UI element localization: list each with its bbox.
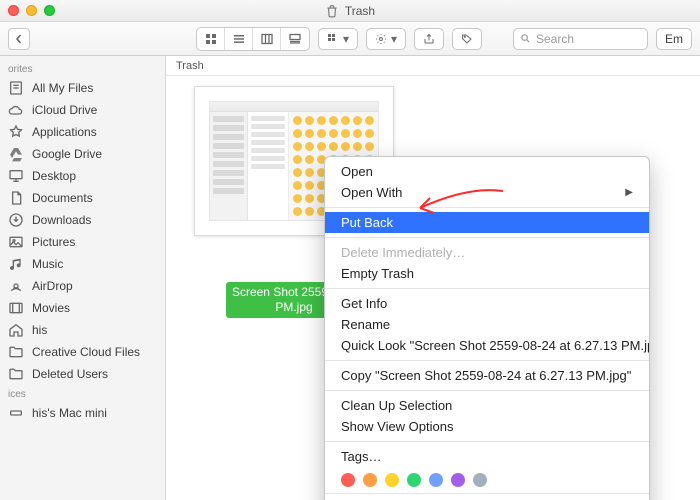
sidebar-item-label: Applications bbox=[32, 125, 97, 139]
sidebar-item-label: his bbox=[32, 323, 47, 337]
share-button[interactable] bbox=[414, 28, 444, 50]
desktop-icon bbox=[8, 168, 24, 184]
menu-tags[interactable]: Tags… bbox=[325, 446, 649, 467]
sidebar-item[interactable]: Pictures bbox=[0, 231, 165, 253]
tag-color[interactable] bbox=[363, 473, 377, 487]
sidebar-item-label: iCloud Drive bbox=[32, 103, 97, 117]
menu-clean-up[interactable]: Clean Up Selection bbox=[325, 395, 649, 416]
sidebar-item-label: Movies bbox=[32, 301, 70, 315]
sidebar-item[interactable]: Documents bbox=[0, 187, 165, 209]
action-button[interactable]: ▾ bbox=[366, 28, 406, 50]
sidebar-item-label: AirDrop bbox=[32, 279, 73, 293]
window-title: Trash bbox=[345, 4, 375, 18]
view-mode-segmented[interactable] bbox=[196, 27, 310, 51]
sidebar-item[interactable]: Applications bbox=[0, 121, 165, 143]
sidebar-item[interactable]: Desktop bbox=[0, 165, 165, 187]
applications-icon bbox=[8, 124, 24, 140]
home-icon bbox=[8, 322, 24, 338]
sidebar: orites All My Files iCloud Drive Applicati… bbox=[0, 56, 166, 500]
tag-color[interactable] bbox=[341, 473, 355, 487]
tag-color[interactable] bbox=[473, 473, 487, 487]
downloads-icon bbox=[8, 212, 24, 228]
sidebar-item[interactable]: Music bbox=[0, 253, 165, 275]
music-icon bbox=[8, 256, 24, 272]
list-view-button[interactable] bbox=[225, 28, 253, 50]
sidebar-item-label: All My Files bbox=[32, 81, 93, 95]
traffic-lights bbox=[8, 5, 55, 16]
sidebar-section-header: ices bbox=[0, 385, 165, 402]
trash-icon bbox=[325, 4, 339, 18]
all-my-files-icon bbox=[8, 80, 24, 96]
menu-empty-trash[interactable]: Empty Trash bbox=[325, 263, 649, 284]
pictures-icon bbox=[8, 234, 24, 250]
sidebar-item-label: his's Mac mini bbox=[32, 406, 107, 420]
google-drive-icon bbox=[8, 146, 24, 162]
sidebar-item[interactable]: his bbox=[0, 319, 165, 341]
arrange-button[interactable]: ▾ bbox=[318, 28, 358, 50]
sidebar-item-label: Desktop bbox=[32, 169, 76, 183]
sidebar-item[interactable]: All My Files bbox=[0, 77, 165, 99]
path-bar: Trash bbox=[166, 56, 700, 76]
icon-view-button[interactable] bbox=[197, 28, 225, 50]
menu-get-info[interactable]: Get Info bbox=[325, 293, 649, 314]
context-menu: Open Open With▶ Put Back Delete Immediat… bbox=[324, 156, 650, 500]
menu-open-with[interactable]: Open With▶ bbox=[325, 182, 649, 203]
minimize-window-button[interactable] bbox=[26, 5, 37, 16]
folder-icon bbox=[8, 366, 24, 382]
tag-color-row bbox=[325, 467, 649, 489]
airdrop-icon bbox=[8, 278, 24, 294]
tag-color[interactable] bbox=[385, 473, 399, 487]
sidebar-item-label: Google Drive bbox=[32, 147, 102, 161]
documents-icon bbox=[8, 190, 24, 206]
chevron-down-icon: ▾ bbox=[343, 32, 349, 46]
file-canvas[interactable]: Screen Shot 2559-08-2PM.jpg Open Open Wi… bbox=[166, 76, 700, 500]
sidebar-item[interactable]: AirDrop bbox=[0, 275, 165, 297]
tags-button[interactable] bbox=[452, 28, 482, 50]
sidebar-section-header: orites bbox=[0, 60, 165, 77]
sidebar-item-label: Pictures bbox=[32, 235, 75, 249]
zoom-window-button[interactable] bbox=[44, 5, 55, 16]
close-window-button[interactable] bbox=[8, 5, 19, 16]
tag-color[interactable] bbox=[407, 473, 421, 487]
sidebar-item[interactable]: Downloads bbox=[0, 209, 165, 231]
coverflow-view-button[interactable] bbox=[281, 28, 309, 50]
sidebar-item[interactable]: Creative Cloud Files bbox=[0, 341, 165, 363]
tag-color[interactable] bbox=[429, 473, 443, 487]
column-view-button[interactable] bbox=[253, 28, 281, 50]
sidebar-item[interactable]: iCloud Drive bbox=[0, 99, 165, 121]
sidebar-item[interactable]: his's Mac mini bbox=[0, 402, 165, 424]
submenu-arrow-icon: ▶ bbox=[625, 187, 633, 198]
toolbar: ▾ ▾ Search Em bbox=[0, 22, 700, 56]
menu-open[interactable]: Open bbox=[325, 161, 649, 182]
sidebar-item-label: Music bbox=[32, 257, 63, 271]
empty-trash-button[interactable]: Em bbox=[656, 28, 692, 50]
search-icon bbox=[520, 33, 531, 44]
tag-color[interactable] bbox=[451, 473, 465, 487]
sidebar-item[interactable]: Deleted Users bbox=[0, 363, 165, 385]
folder-icon bbox=[8, 344, 24, 360]
menu-quick-look[interactable]: Quick Look "Screen Shot 2559-08-24 at 6.… bbox=[325, 335, 649, 356]
cloud-icon bbox=[8, 102, 24, 118]
menu-rename[interactable]: Rename bbox=[325, 314, 649, 335]
sidebar-item-label: Documents bbox=[32, 191, 93, 205]
back-button[interactable] bbox=[8, 28, 30, 50]
window-titlebar: Trash bbox=[0, 0, 700, 22]
sidebar-item-label: Deleted Users bbox=[32, 367, 108, 381]
sidebar-item-label: Downloads bbox=[32, 213, 91, 227]
search-placeholder: Search bbox=[536, 32, 574, 46]
movies-icon bbox=[8, 300, 24, 316]
sidebar-item[interactable]: Movies bbox=[0, 297, 165, 319]
chevron-down-icon: ▾ bbox=[391, 32, 397, 46]
search-field[interactable]: Search bbox=[513, 28, 648, 50]
main-view: Trash Screen Shot 2559-08-2PM.jpg bbox=[166, 56, 700, 500]
sidebar-item-label: Creative Cloud Files bbox=[32, 345, 140, 359]
menu-put-back[interactable]: Put Back bbox=[325, 212, 649, 233]
mac-mini-icon bbox=[8, 405, 24, 421]
menu-view-options[interactable]: Show View Options bbox=[325, 416, 649, 437]
menu-delete-immediately[interactable]: Delete Immediately… bbox=[325, 242, 649, 263]
menu-copy[interactable]: Copy "Screen Shot 2559-08-24 at 6.27.13 … bbox=[325, 365, 649, 386]
sidebar-item[interactable]: Google Drive bbox=[0, 143, 165, 165]
